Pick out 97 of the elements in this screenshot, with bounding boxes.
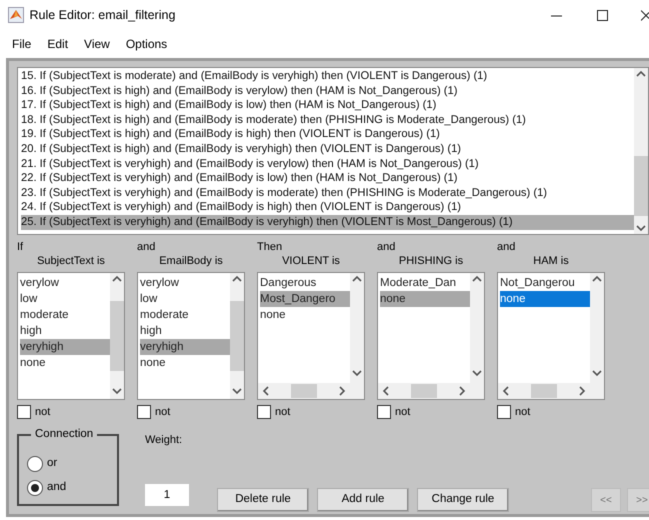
scroll-down-icon[interactable] <box>112 387 122 395</box>
scroll-right-icon[interactable] <box>338 386 346 396</box>
scroll-left-icon[interactable] <box>262 386 270 396</box>
app-logo-icon[interactable] <box>8 7 24 23</box>
not-checkbox[interactable] <box>497 405 511 419</box>
window-title: Rule Editor: email_filtering <box>30 6 176 24</box>
rule-item[interactable]: 18. If (SubjectText is high) and (EmailBody is moderate) then (PHISHING is Moderate_Dangerous) (1) <box>21 112 634 128</box>
scrollbar-thumb[interactable] <box>531 384 557 398</box>
column-connector: and <box>497 241 516 254</box>
column-label: VIOLENT is <box>281 254 341 268</box>
scroll-down-icon[interactable] <box>352 369 362 377</box>
rule-item[interactable]: 15. If (SubjectText is moderate) and (EmailBody is veryhigh) then (VIOLENT is Dangerous) (1) <box>21 69 634 84</box>
scroll-up-icon[interactable] <box>472 275 482 283</box>
rule-button[interactable]: Delete rule <box>217 488 309 512</box>
scroll-down-icon[interactable] <box>232 387 242 395</box>
not-checkbox[interactable] <box>257 405 271 419</box>
rule-item[interactable]: 19. If (SubjectText is high) and (EmailBody is high) then (VIOLENT is Dangerous) (1) <box>21 127 634 142</box>
rule-item[interactable]: 21. If (SubjectText is veryhigh) and (EmailBody is verylow) then (HAM is Not_Dangerous) (1) <box>21 156 634 172</box>
rule-button[interactable]: Add rule <box>317 488 409 512</box>
list-option[interactable]: Not_Dangerou <box>500 275 590 291</box>
close-icon[interactable] <box>641 10 649 20</box>
rule-item[interactable]: 24. If (SubjectText is veryhigh) and (EmailBody is high) then (VIOLENT is Dangerous) (1) <box>21 200 634 215</box>
column-connector: and <box>137 241 156 254</box>
scroll-down-icon[interactable] <box>592 369 602 377</box>
not-checkbox[interactable] <box>137 405 151 419</box>
list-option[interactable]: none <box>140 355 230 371</box>
rule-item[interactable]: 25. If (SubjectText is veryhigh) and (EmailBody is veryhigh) then (VIOLENT is Most_Dangerous) (1) <box>21 214 634 230</box>
radio-button[interactable] <box>27 456 43 472</box>
scroll-down-icon[interactable] <box>472 369 482 377</box>
not-label: not <box>395 404 410 420</box>
list-option[interactable]: veryhigh <box>20 339 110 355</box>
scroll-right-icon[interactable] <box>458 386 466 396</box>
maximize-icon[interactable] <box>596 10 608 20</box>
menu-item[interactable]: File <box>6 33 38 55</box>
list-option[interactable]: moderate <box>140 307 230 323</box>
scroll-up-icon[interactable] <box>636 70 646 78</box>
scrollbar-thumb[interactable] <box>411 384 437 398</box>
not-label: not <box>155 404 170 420</box>
scrollbar-thumb[interactable] <box>230 301 244 371</box>
scroll-right-icon[interactable] <box>578 386 586 396</box>
list-option[interactable]: low <box>20 291 110 307</box>
rule-item[interactable]: 16. If (SubjectText is high) and (EmailBody is verylow) then (HAM is Not_Dangerous) (1) <box>21 84 634 98</box>
menu-item[interactable]: View <box>78 33 116 55</box>
column-label: EmailBody is <box>158 254 224 268</box>
list-option[interactable]: veryhigh <box>140 339 230 355</box>
column-label: HAM is <box>532 254 570 268</box>
scrollbar-thumb[interactable] <box>291 384 317 398</box>
not-label: not <box>275 404 290 420</box>
radio-button[interactable] <box>27 480 43 496</box>
column-label: SubjectText is <box>36 254 106 268</box>
not-checkbox[interactable] <box>377 405 391 419</box>
rule-list[interactable] <box>17 67 649 235</box>
membership-listbox[interactable]: verylow low moderate high veryhigh none <box>137 272 245 400</box>
weight-field[interactable]: 1 <box>145 484 189 506</box>
list-option[interactable]: Moderate_Dan <box>380 275 470 291</box>
list-option[interactable]: none <box>500 291 590 307</box>
membership-listbox[interactable]: Moderate_Dan none <box>377 272 485 400</box>
weight-label: Weight: <box>145 433 184 448</box>
list-option[interactable]: Dangerous <box>260 275 350 291</box>
rule-item[interactable]: 17. If (SubjectText is high) and (EmailBody is low) then (HAM is Not_Dangerous) (1) <box>21 98 634 113</box>
not-checkbox[interactable] <box>17 405 31 419</box>
menu-item[interactable]: Edit <box>41 33 74 55</box>
scroll-left-icon[interactable] <box>382 386 390 396</box>
rule-button[interactable]: Change rule <box>417 488 509 512</box>
membership-listbox[interactable]: verylow low moderate high veryhigh none <box>17 272 125 400</box>
list-option[interactable]: Most_Dangero <box>260 291 350 307</box>
list-option[interactable]: verylow <box>140 275 230 291</box>
list-option[interactable]: verylow <box>20 275 110 291</box>
scroll-up-icon[interactable] <box>352 275 362 283</box>
column-connector: and <box>377 241 396 254</box>
radio-label: and <box>47 480 66 496</box>
not-label: not <box>35 404 50 420</box>
rule-item[interactable]: 20. If (SubjectText is high) and (EmailBody is veryhigh) then (VIOLENT is Dangerous) (1) <box>21 142 634 157</box>
list-option[interactable]: high <box>20 323 110 339</box>
radio-label: or <box>47 456 58 472</box>
rule-item[interactable]: 22. If (SubjectText is veryhigh) and (EmailBody is low) then (HAM is Not_Dangerous) (1) <box>21 171 634 186</box>
scroll-up-icon[interactable] <box>232 275 242 283</box>
scroll-left-icon[interactable] <box>502 386 510 396</box>
list-option[interactable]: none <box>380 291 470 307</box>
scroll-up-icon[interactable] <box>592 275 602 283</box>
scroll-down-icon[interactable] <box>636 224 646 232</box>
list-option[interactable]: none <box>20 355 110 371</box>
menu-item[interactable]: Options <box>120 33 174 55</box>
membership-listbox[interactable]: Not_Dangerou none <box>497 272 605 400</box>
list-option[interactable]: none <box>260 307 350 323</box>
scrollbar-thumb[interactable] <box>634 156 648 216</box>
membership-listbox[interactable]: Dangerous Most_Dangero none <box>257 272 365 400</box>
not-label: not <box>515 404 530 420</box>
list-option[interactable]: moderate <box>20 307 110 323</box>
scrollbar-thumb[interactable] <box>110 301 124 371</box>
column-connector: Then <box>257 241 284 254</box>
list-option[interactable]: high <box>140 323 230 339</box>
column-label: PHISHING is <box>398 254 464 268</box>
list-option[interactable]: low <box>140 291 230 307</box>
scroll-up-icon[interactable] <box>112 275 122 283</box>
rule-item[interactable]: 23. If (SubjectText is veryhigh) and (EmailBody is moderate) then (PHISHING is Moderate_Dangerous) (1) <box>21 186 634 200</box>
column-connector: If <box>17 241 24 254</box>
